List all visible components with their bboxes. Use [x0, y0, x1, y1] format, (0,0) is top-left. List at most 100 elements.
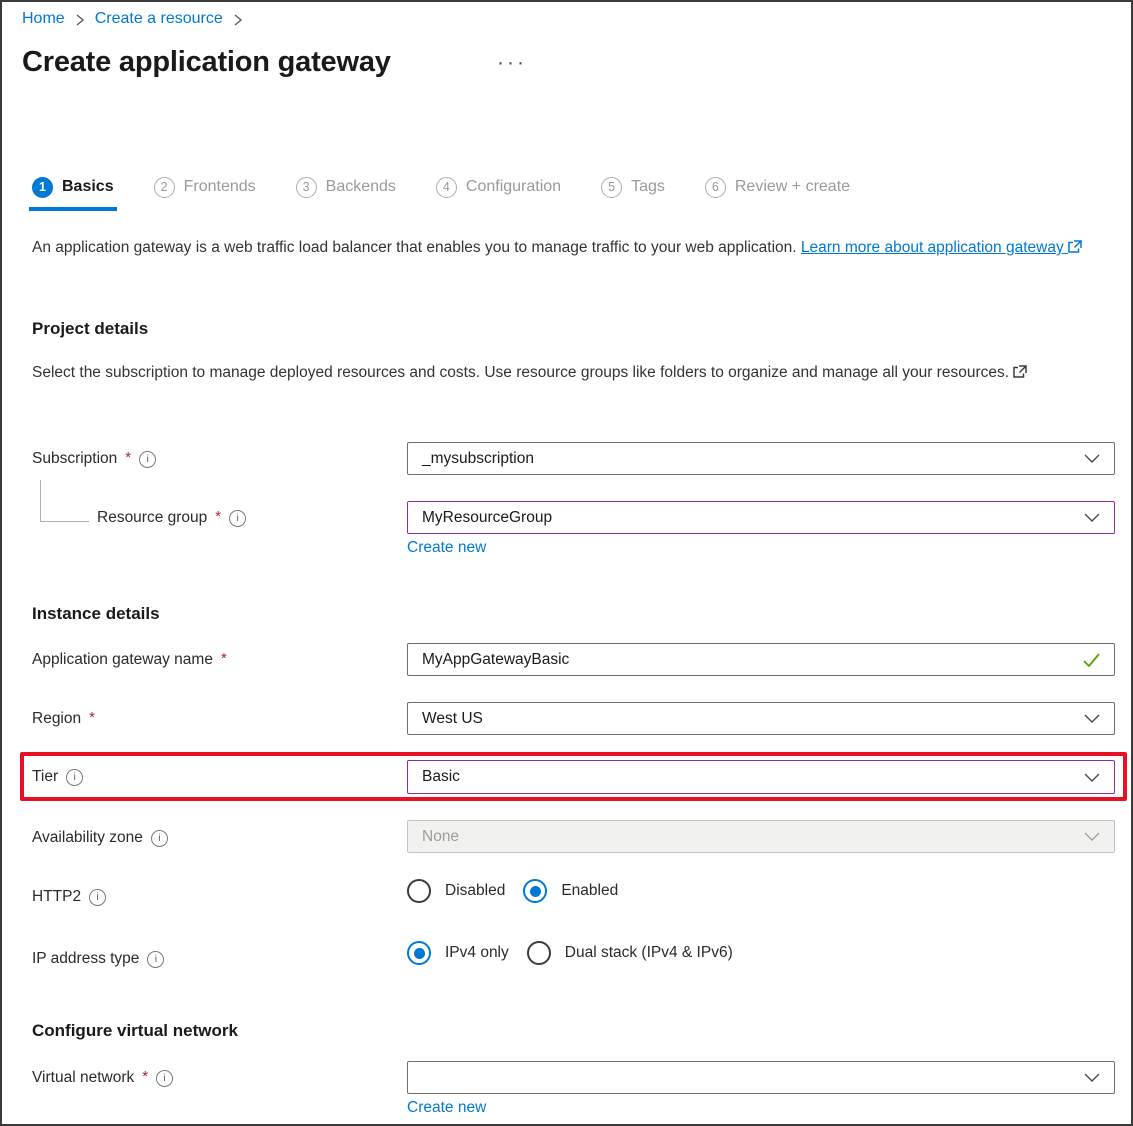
- tab-label: Configuration: [466, 178, 561, 196]
- tier-value: Basic: [422, 768, 460, 786]
- tab-frontends[interactable]: 2 Frontends: [154, 176, 256, 198]
- app-gateway-name-label: Application gateway name *: [32, 650, 227, 670]
- required-marker: *: [142, 1068, 148, 1085]
- tab-label: Frontends: [184, 178, 256, 196]
- hierarchy-connector-line: [40, 480, 41, 521]
- tab-number-badge: 3: [296, 177, 317, 198]
- info-icon[interactable]: i: [156, 1070, 173, 1087]
- subscription-dropdown[interactable]: _mysubscription: [407, 442, 1115, 475]
- subscription-label: Subscription * i: [32, 449, 156, 469]
- chevron-down-icon: [1084, 1073, 1100, 1082]
- label-text: IP address type: [32, 950, 139, 968]
- intro-text: An application gateway is a web traffic …: [32, 235, 1115, 261]
- project-details-description-text: Select the subscription to manage deploy…: [32, 364, 1009, 381]
- tab-number-badge: 1: [32, 177, 53, 198]
- project-details-heading: Project details: [32, 319, 148, 339]
- ip-address-type-label: IP address type i: [32, 949, 164, 969]
- label-text: Tier: [32, 768, 58, 786]
- ip-address-type-radio-group: IPv4 only Dual stack (IPv4 & IPv6): [407, 941, 733, 965]
- http2-label: HTTP2 i: [32, 887, 106, 907]
- required-marker: *: [89, 709, 95, 726]
- tab-label: Review + create: [735, 178, 850, 196]
- virtual-network-label: Virtual network * i: [32, 1068, 173, 1088]
- create-application-gateway-page: Home Create a resource Create applicatio…: [0, 0, 1133, 1126]
- label-text: Virtual network: [32, 1069, 134, 1087]
- breadcrumb-create-resource-link[interactable]: Create a resource: [95, 10, 223, 28]
- instance-details-heading: Instance details: [32, 604, 160, 624]
- chevron-down-icon: [1084, 773, 1100, 782]
- tab-label: Tags: [631, 178, 665, 196]
- info-icon[interactable]: i: [147, 951, 164, 968]
- ipv4-only-radio[interactable]: IPv4 only: [407, 941, 509, 965]
- create-new-virtual-network-link[interactable]: Create new: [407, 1099, 486, 1117]
- app-gateway-name-input[interactable]: MyAppGatewayBasic: [407, 643, 1115, 676]
- breadcrumb-chevron-icon: [233, 13, 243, 27]
- external-link-icon: [1068, 239, 1082, 253]
- learn-more-label: Learn more about application gateway: [801, 239, 1064, 256]
- required-marker: *: [221, 650, 227, 667]
- info-icon[interactable]: i: [139, 451, 156, 468]
- availability-zone-value: None: [422, 828, 459, 846]
- info-icon[interactable]: i: [229, 510, 246, 527]
- region-dropdown[interactable]: West US: [407, 702, 1115, 735]
- required-marker: *: [125, 449, 131, 466]
- tab-tags[interactable]: 5 Tags: [601, 176, 665, 198]
- learn-more-link[interactable]: Learn more about application gateway: [801, 239, 1082, 256]
- tab-number-badge: 4: [436, 177, 457, 198]
- tab-number-badge: 2: [154, 177, 175, 198]
- breadcrumb-chevron-icon: [75, 13, 85, 27]
- project-details-description: Select the subscription to manage deploy…: [32, 360, 1115, 386]
- radio-icon: [407, 941, 431, 965]
- availability-zone-dropdown: None: [407, 820, 1115, 853]
- breadcrumb-home-link[interactable]: Home: [22, 10, 65, 28]
- tab-number-badge: 5: [601, 177, 622, 198]
- more-options-button[interactable]: ···: [497, 53, 527, 73]
- http2-enabled-radio[interactable]: Enabled: [523, 879, 618, 903]
- resource-group-dropdown[interactable]: MyResourceGroup: [407, 501, 1115, 534]
- radio-label: Enabled: [561, 882, 618, 900]
- tab-backends[interactable]: 3 Backends: [296, 176, 396, 198]
- intro-sentence: An application gateway is a web traffic …: [32, 239, 797, 256]
- chevron-down-icon: [1084, 714, 1100, 723]
- radio-label: IPv4 only: [445, 944, 509, 962]
- label-text: Region: [32, 710, 81, 728]
- tab-label: Basics: [62, 178, 114, 196]
- tab-label: Backends: [326, 178, 396, 196]
- chevron-down-icon: [1084, 832, 1100, 841]
- info-icon[interactable]: i: [151, 830, 168, 847]
- tab-number-badge: 6: [705, 177, 726, 198]
- label-text: Resource group: [97, 509, 207, 527]
- resource-group-value: MyResourceGroup: [422, 509, 552, 527]
- tier-label: Tier i: [32, 767, 83, 787]
- configure-virtual-network-heading: Configure virtual network: [32, 1021, 238, 1041]
- label-text: Subscription: [32, 450, 117, 468]
- http2-radio-group: Disabled Enabled: [407, 879, 618, 903]
- radio-icon: [527, 941, 551, 965]
- chevron-down-icon: [1084, 513, 1100, 522]
- valid-check-icon: [1083, 653, 1100, 667]
- wizard-tabs: 1 Basics 2 Frontends 3 Backends 4 Config…: [32, 176, 850, 198]
- required-marker: *: [215, 508, 221, 525]
- region-value: West US: [422, 710, 483, 728]
- region-label: Region *: [32, 709, 95, 729]
- info-icon[interactable]: i: [66, 769, 83, 786]
- radio-label: Dual stack (IPv4 & IPv6): [565, 944, 733, 962]
- page-title: Create application gateway: [22, 46, 391, 79]
- tab-review-create[interactable]: 6 Review + create: [705, 176, 850, 198]
- label-text: Availability zone: [32, 829, 143, 847]
- http2-disabled-radio[interactable]: Disabled: [407, 879, 505, 903]
- chevron-down-icon: [1084, 454, 1100, 463]
- create-new-resource-group-link[interactable]: Create new: [407, 539, 486, 557]
- external-link-icon: [1013, 364, 1027, 378]
- info-icon[interactable]: i: [89, 889, 106, 906]
- virtual-network-dropdown[interactable]: [407, 1061, 1115, 1094]
- label-text: HTTP2: [32, 888, 81, 906]
- tab-configuration[interactable]: 4 Configuration: [436, 176, 561, 198]
- radio-icon: [407, 879, 431, 903]
- tab-basics[interactable]: 1 Basics: [32, 176, 114, 198]
- dual-stack-radio[interactable]: Dual stack (IPv4 & IPv6): [527, 941, 733, 965]
- tier-dropdown[interactable]: Basic: [407, 760, 1115, 794]
- breadcrumb: Home Create a resource: [22, 10, 243, 28]
- resource-group-label: Resource group * i: [97, 508, 246, 528]
- subscription-value: _mysubscription: [422, 450, 534, 468]
